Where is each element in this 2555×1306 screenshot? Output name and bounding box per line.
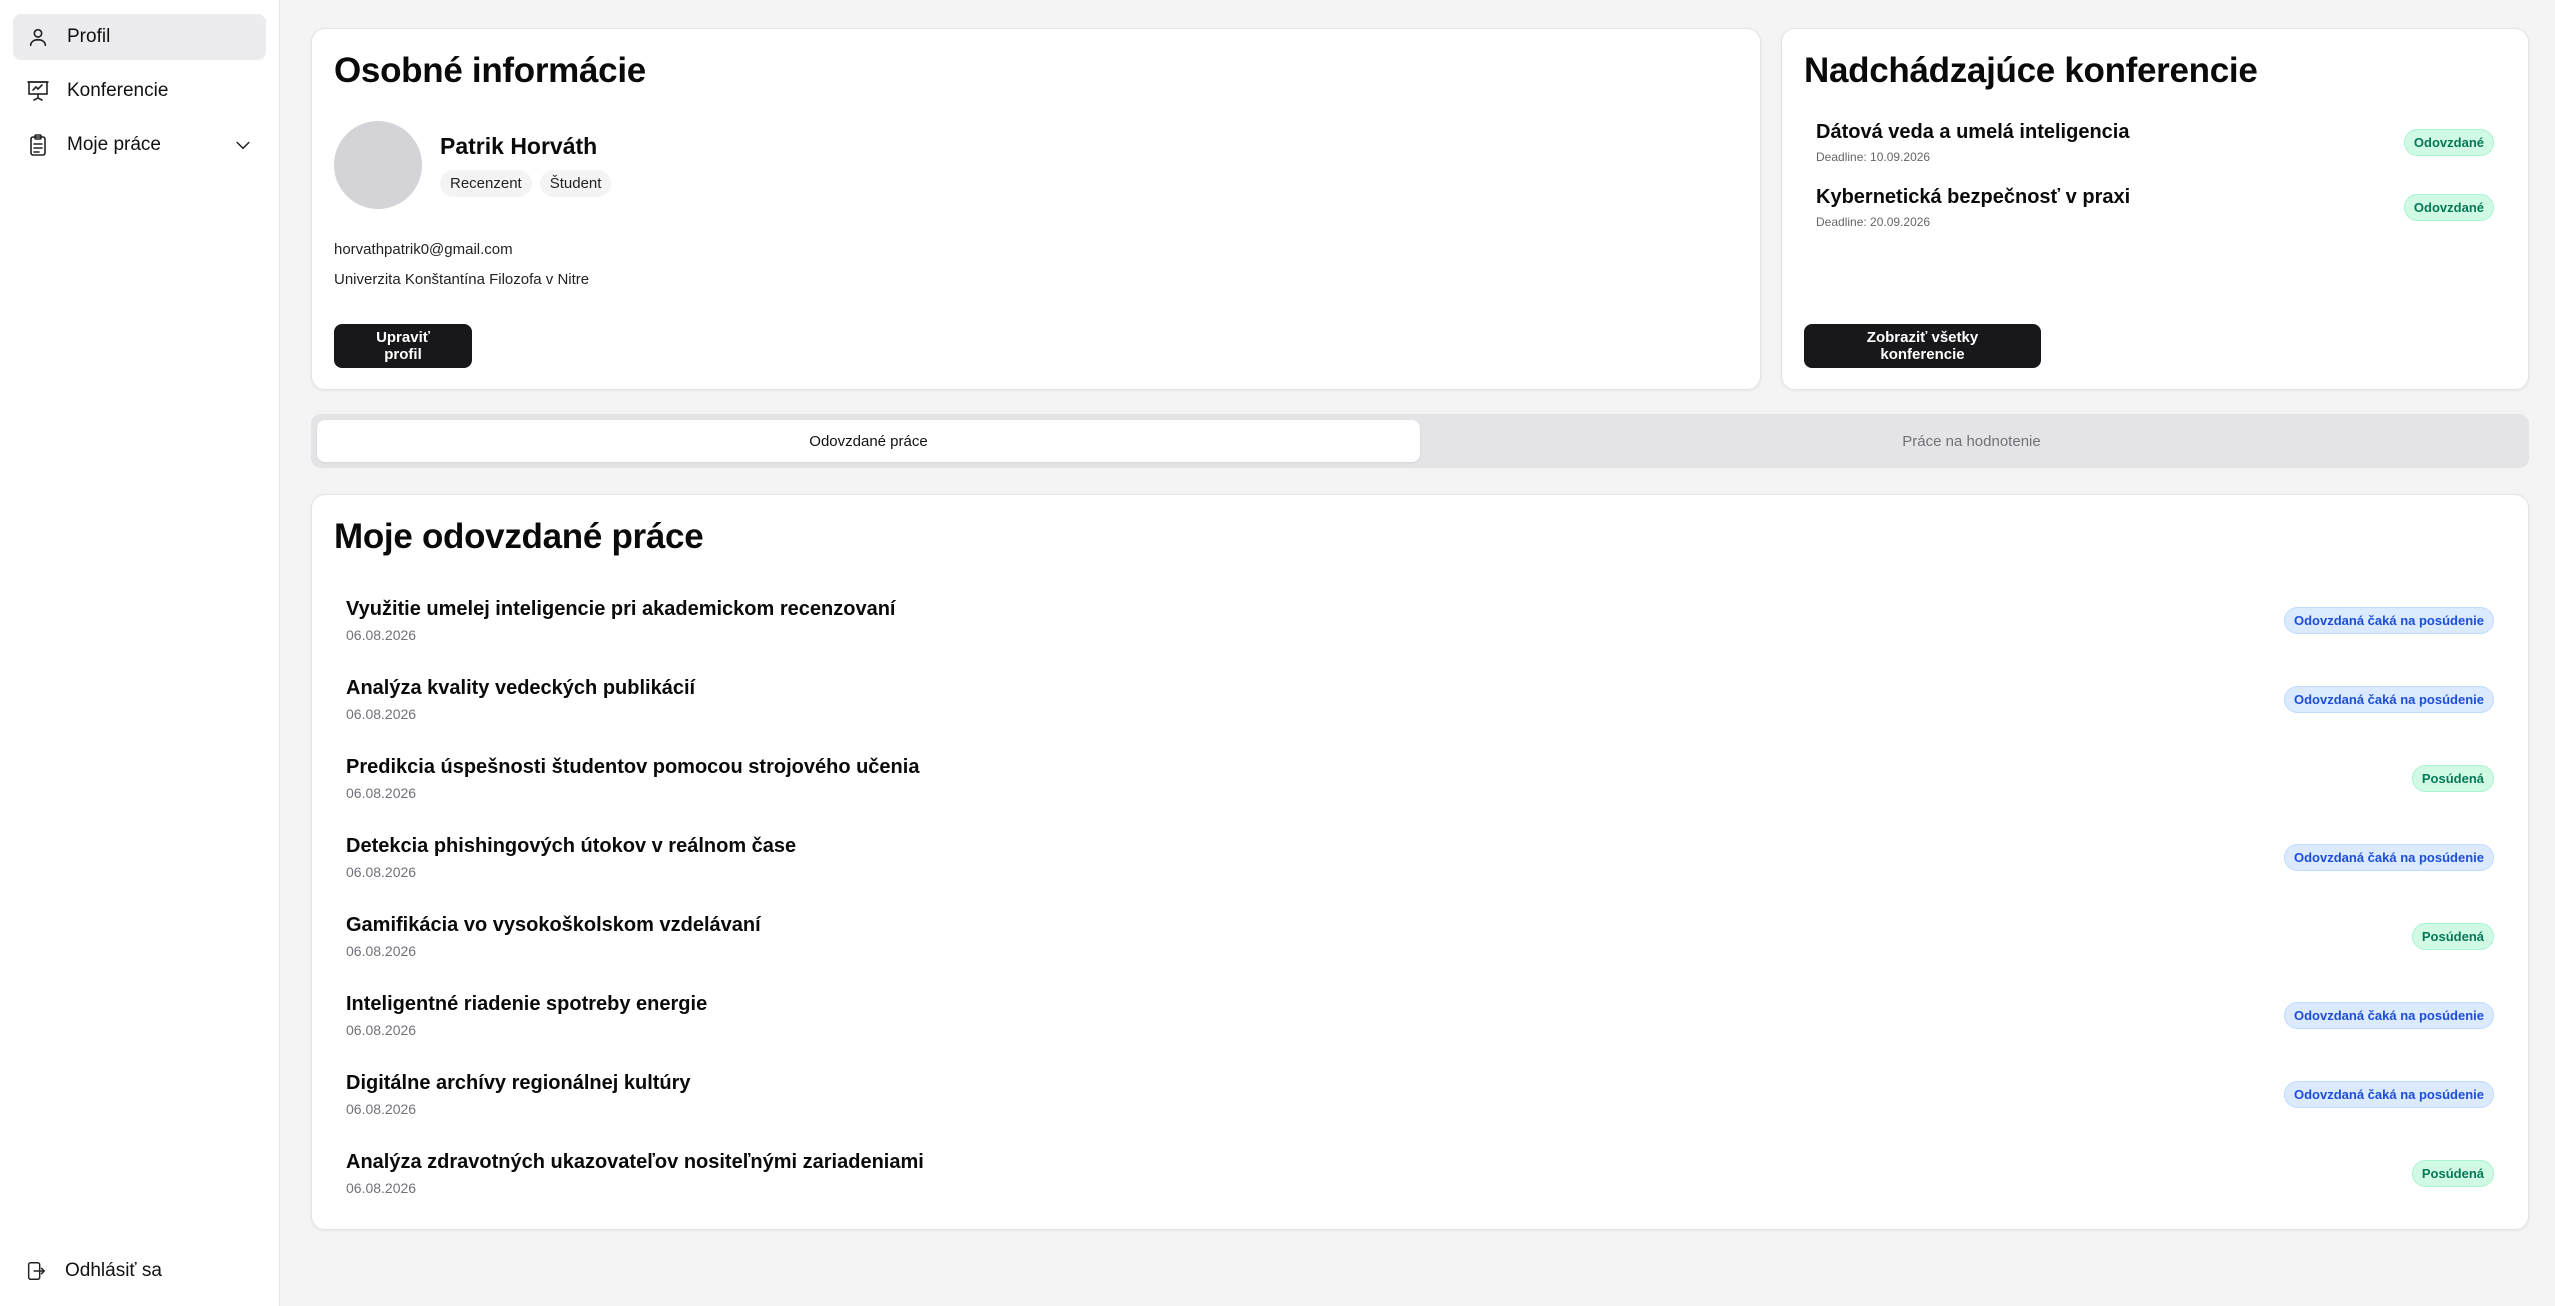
tab-odovzdane-prace[interactable]: Odovzdané práce (317, 420, 1420, 462)
role-badge: Študent (539, 170, 612, 197)
show-all-conferences-button[interactable]: Zobraziť všetky konferencie (1804, 324, 2041, 368)
work-title: Využitie umelej inteligencie pri akademi… (346, 598, 896, 620)
profile-info: Patrik Horváth Recenzent Študent (440, 133, 612, 197)
conferences-title: Nadchádzajúce konferencie (1804, 51, 2258, 90)
main-content: Osobné informácie Patrik Horváth Recenze… (280, 0, 2555, 1306)
conference-name: Dátová veda a umelá inteligencia (1816, 121, 2130, 143)
conference-name: Kybernetická bezpečnosť v praxi (1816, 186, 2131, 208)
sidebar-item-profil[interactable]: Profil (13, 14, 266, 60)
top-row: Osobné informácie Patrik Horváth Recenze… (311, 28, 2529, 390)
work-date: 06.08.2026 (346, 1101, 417, 1117)
work-date: 06.08.2026 (346, 943, 417, 959)
status-badge: Odovzdaná čaká na posúdenie (2284, 686, 2494, 713)
profile-university: Univerzita Konštantína Filozofa v Nitre (334, 271, 590, 288)
conference-deadline: Deadline: 10.09.2026 (1816, 150, 1931, 164)
list-item[interactable]: Detekcia phishingových útokov v reálnom … (334, 818, 2506, 897)
sidebar-item-moje-prace[interactable]: Moje práce (13, 122, 266, 168)
status-badge: Odovzdaná čaká na posúdenie (2284, 607, 2494, 634)
status-badge: Odovzdaná čaká na posúdenie (2284, 844, 2494, 871)
status-badge: Posúdená (2411, 1160, 2494, 1187)
list-item[interactable]: Využitie umelej inteligencie pri akademi… (334, 581, 2506, 660)
list-item[interactable]: Gamifikácia vo vysokoškolskom vzdelávaní… (334, 897, 2506, 976)
personal-info-card: Osobné informácie Patrik Horváth Recenze… (311, 28, 1761, 390)
app-root: Profil Konferencie Moje práce Odhlásiť s… (0, 0, 2555, 1306)
works-tabs: Odovzdané práce Práce na hodnotenie (311, 414, 2529, 468)
list-item[interactable]: Inteligentné riadenie spotreby energie 06… (334, 976, 2506, 1055)
status-badge: Odovzdané (2403, 129, 2494, 156)
list-item[interactable]: Digitálne archívy regionálnej kultúry 06.… (334, 1055, 2506, 1134)
work-title: Gamifikácia vo vysokoškolskom vzdelávaní (346, 914, 761, 936)
work-title: Analýza kvality vedeckých publikácií (346, 677, 696, 699)
logout-label: Odhlásiť sa (65, 1260, 162, 1281)
personal-info-title: Osobné informácie (334, 51, 646, 90)
work-title: Analýza zdravotných ukazovateľov nositeľ… (346, 1151, 924, 1173)
profile-row: Patrik Horváth Recenzent Študent (334, 121, 1738, 209)
work-date: 06.08.2026 (346, 864, 417, 880)
sidebar-item-konferencie[interactable]: Konferencie (13, 68, 266, 114)
upcoming-conferences-card: Nadchádzajúce konferencie Dátová veda a … (1781, 28, 2529, 390)
my-works-card: Moje odovzdané práce Využitie umelej int… (311, 494, 2529, 1230)
presentation-icon (25, 78, 51, 104)
work-date: 06.08.2026 (346, 1180, 417, 1196)
sidebar-item-label: Moje práce (67, 134, 161, 155)
sidebar-item-label: Profil (67, 26, 111, 47)
role-badges: Recenzent Študent (440, 170, 612, 197)
clipboard-icon (25, 132, 51, 158)
status-badge: Odovzdaná čaká na posúdenie (2284, 1002, 2494, 1029)
list-item[interactable]: Predikcia úspešnosti študentov pomocou s… (334, 739, 2506, 818)
list-item[interactable]: Analýza zdravotných ukazovateľov nositeľ… (334, 1134, 2506, 1213)
edit-profile-button[interactable]: Upraviť profil (334, 324, 472, 368)
chevron-down-icon[interactable] (232, 134, 254, 156)
work-title: Predikcia úspešnosti študentov pomocou s… (346, 756, 920, 778)
tab-prace-na-hodnotenie[interactable]: Práce na hodnotenie (1420, 420, 2523, 462)
sidebar-item-label: Konferencie (67, 80, 169, 101)
conference-item[interactable]: Kybernetická bezpečnosť v praxi Deadline… (1804, 186, 2506, 229)
logout-button[interactable]: Odhlásiť sa (13, 1248, 174, 1294)
work-title: Digitálne archívy regionálnej kultúry (346, 1072, 691, 1094)
avatar (334, 121, 422, 209)
work-date: 06.08.2026 (346, 785, 417, 801)
work-title: Inteligentné riadenie spotreby energie (346, 993, 708, 1015)
profile-email: horvathpatrik0@gmail.com (334, 241, 513, 258)
work-date: 06.08.2026 (346, 627, 417, 643)
list-item[interactable]: Analýza kvality vedeckých publikácií 06.0… (334, 660, 2506, 739)
status-badge: Odovzdané (2403, 194, 2494, 221)
status-badge: Posúdená (2411, 923, 2494, 950)
role-badge: Recenzent (440, 170, 532, 197)
conference-list: Dátová veda a umelá inteligencia Deadlin… (1804, 121, 2506, 229)
logout-icon (25, 1259, 49, 1283)
work-title: Detekcia phishingových útokov v reálnom … (346, 835, 797, 857)
works-list: Využitie umelej inteligencie pri akademi… (334, 581, 2506, 1213)
conference-item[interactable]: Dátová veda a umelá inteligencia Deadlin… (1804, 121, 2506, 164)
status-badge: Posúdená (2411, 765, 2494, 792)
work-date: 06.08.2026 (346, 1022, 417, 1038)
works-title: Moje odovzdané práce (334, 517, 704, 556)
sidebar: Profil Konferencie Moje práce Odhlásiť s… (0, 0, 280, 1306)
status-badge: Odovzdaná čaká na posúdenie (2284, 1081, 2494, 1108)
profile-name: Patrik Horváth (440, 133, 598, 159)
work-date: 06.08.2026 (346, 706, 417, 722)
user-icon (25, 24, 51, 50)
conference-deadline: Deadline: 20.09.2026 (1816, 215, 1931, 229)
